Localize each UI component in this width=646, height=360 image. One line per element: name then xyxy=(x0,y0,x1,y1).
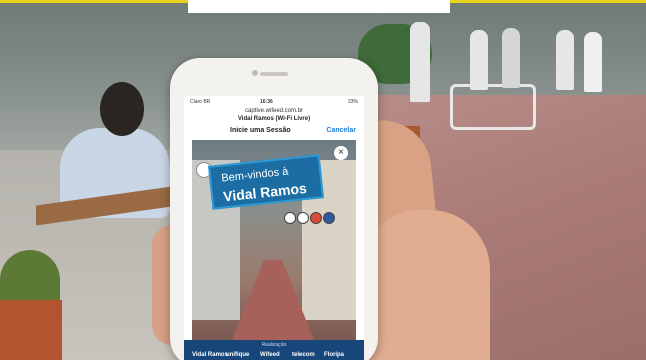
pedestrian xyxy=(410,22,430,102)
sign-badges xyxy=(284,212,344,224)
badge-icon xyxy=(310,212,322,224)
carrier-label: Claro BR xyxy=(190,99,211,105)
top-white-banner xyxy=(188,0,450,13)
phone-screen: Claro BR 16:36 23% captive.wifeed.com.br… xyxy=(184,96,364,360)
sponsor-footer: Realização Vidal Ramos unifique Wifeed t… xyxy=(184,340,364,360)
captive-url: captive.wifeed.com.br xyxy=(244,108,304,114)
status-bar: Claro BR 16:36 23% xyxy=(184,96,364,108)
portal-image: × Bem-vindos à Vidal Ramos xyxy=(192,140,356,340)
speaker-grille xyxy=(260,72,288,76)
seated-man-head xyxy=(100,82,144,136)
background-bench xyxy=(450,84,536,130)
navigation-bar: Inicie uma Sessão Cancelar xyxy=(184,126,364,138)
clock: 16:36 xyxy=(260,99,273,105)
battery-level: 23% xyxy=(347,99,358,105)
pedestrian xyxy=(584,32,602,92)
close-icon[interactable]: × xyxy=(334,146,348,160)
smartphone: Claro BR 16:36 23% captive.wifeed.com.br… xyxy=(170,58,378,360)
badge-icon xyxy=(284,212,296,224)
sponsor-logo: telecom xyxy=(292,352,315,358)
sponsor-logo: Wifeed xyxy=(260,352,280,358)
welcome-line-2: Vidal Ramos xyxy=(222,179,308,205)
pedestrian xyxy=(556,30,574,90)
pedestrian xyxy=(502,28,520,88)
badge-icon xyxy=(323,212,335,224)
planter-pot xyxy=(0,300,62,360)
footer-label: Realização xyxy=(261,342,287,348)
front-camera-icon xyxy=(252,70,258,76)
network-name: Vidal Ramos (Wi-Fi Livre) xyxy=(237,116,311,122)
cancel-button[interactable]: Cancelar xyxy=(326,127,356,134)
nav-title: Inicie uma Sessão xyxy=(230,127,291,134)
hand-palm xyxy=(360,210,490,360)
sponsor-logo: Floripa xyxy=(324,352,345,358)
badge-icon xyxy=(297,212,309,224)
sponsor-logo: Vidal Ramos xyxy=(192,352,228,358)
background-photo: Claro BR 16:36 23% captive.wifeed.com.br… xyxy=(0,0,646,360)
sponsor-logo: unifique xyxy=(226,352,250,358)
pedestrian xyxy=(470,30,488,90)
